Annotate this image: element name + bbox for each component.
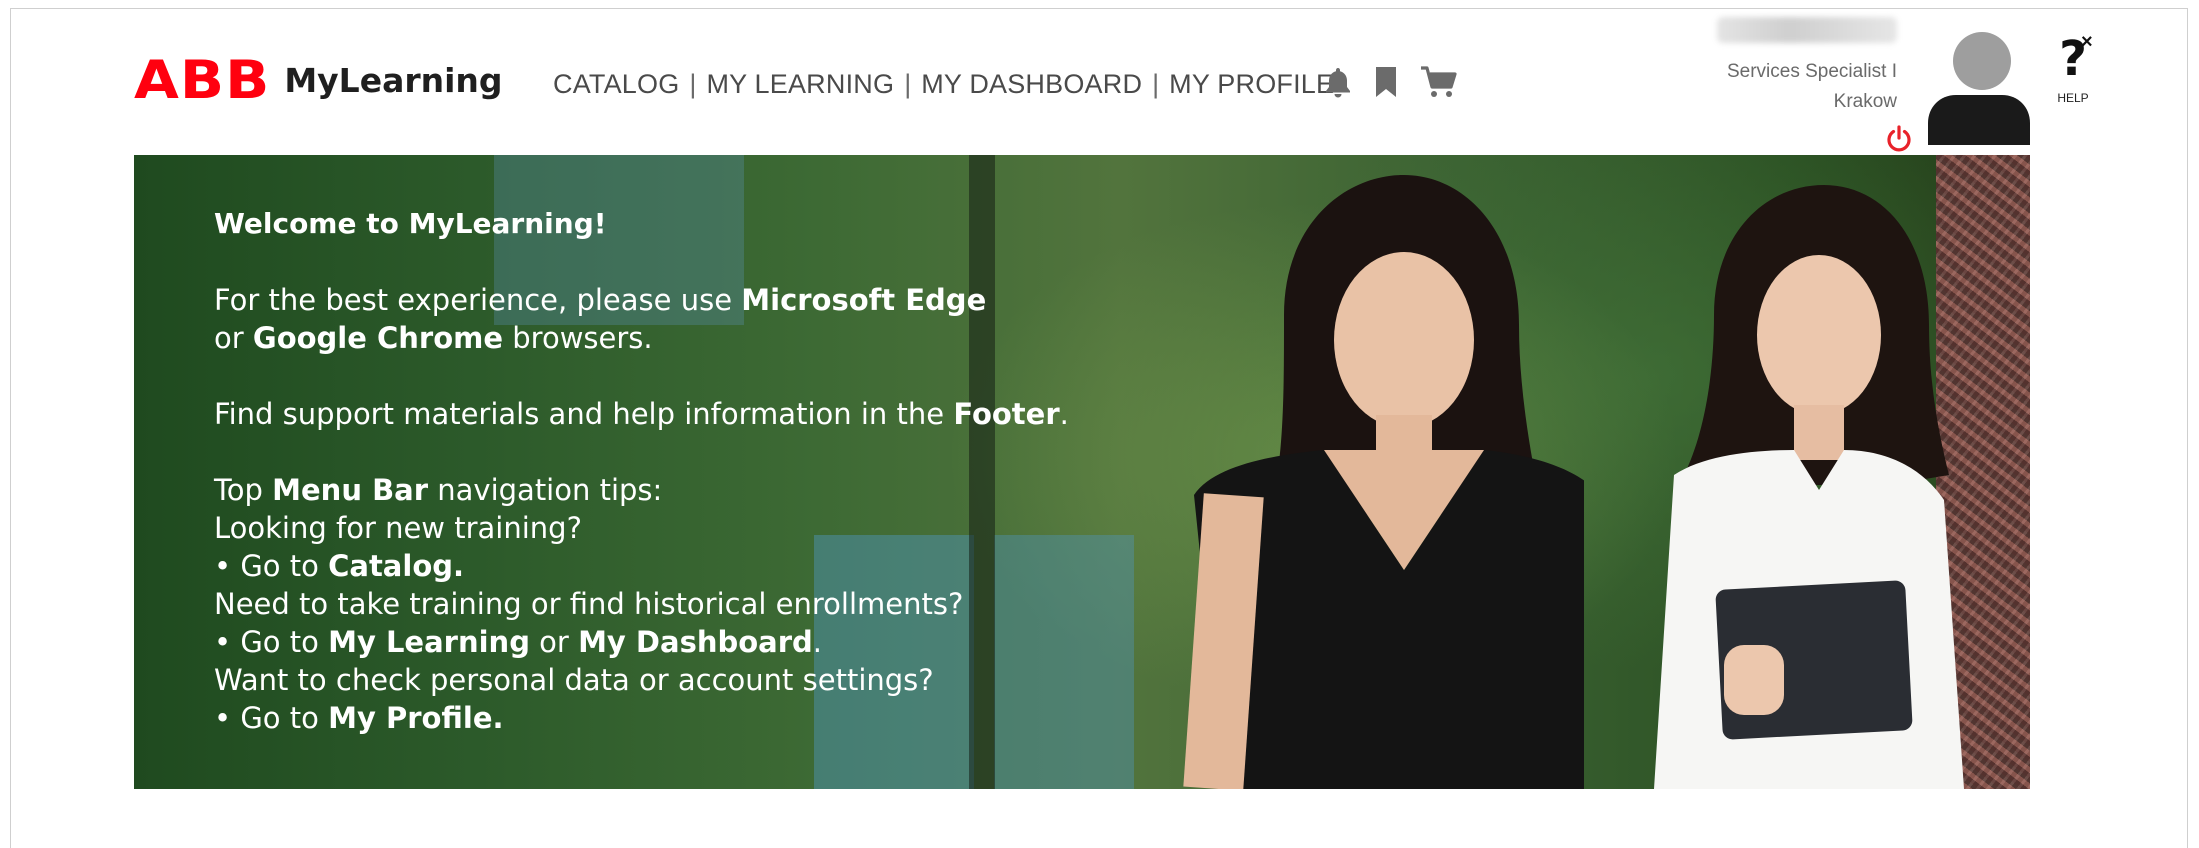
nav-my-learning[interactable]: MY LEARNING (706, 69, 894, 100)
user-role: Services Specialist I (1726, 61, 1897, 82)
header-icons (1324, 65, 1458, 99)
banner-welcome: Welcome to MyLearning! (214, 207, 607, 240)
bookmark-icon[interactable] (1374, 66, 1398, 98)
help-icon: ? (2059, 31, 2087, 87)
banner-browser-line-1: For the best experience, please use Micr… (214, 283, 987, 317)
banner-question-3: Want to check personal data or account s… (214, 663, 934, 697)
top-menu-bar: CATALOG | MY LEARNING | MY DASHBOARD | M… (553, 69, 1334, 100)
banner-answer-3: • Go to My Profile. (214, 701, 504, 735)
abb-mylearning-logo[interactable]: ABB MyLearning (134, 51, 503, 109)
abb-logo: ABB (134, 49, 271, 111)
help-button[interactable]: ? × HELP (2043, 31, 2103, 105)
logout-power-icon[interactable] (1885, 125, 1913, 158)
bell-icon[interactable] (1324, 66, 1352, 98)
page-frame: ABB MyLearning CATALOG | MY LEARNING | M… (10, 8, 2188, 848)
nav-catalog[interactable]: CATALOG (553, 69, 679, 100)
nav-separator: | (1152, 69, 1160, 99)
close-icon[interactable]: × (2081, 31, 2093, 54)
cart-icon[interactable] (1420, 65, 1458, 99)
avatar[interactable] (1926, 29, 2032, 145)
banner-tips-heading: Top Menu Bar navigation tips: (214, 473, 663, 507)
nav-my-profile[interactable]: MY PROFILE (1169, 69, 1334, 100)
nav-my-dashboard[interactable]: MY DASHBOARD (921, 69, 1142, 100)
user-location: Krakow (1833, 91, 1897, 112)
banner-support-line: Find support materials and help informat… (214, 397, 1069, 431)
banner-text: Welcome to MyLearning! For the best expe… (214, 205, 1264, 737)
banner-browser-line-2: or Google Chrome browsers. (214, 321, 653, 355)
person-right-image (1604, 175, 1964, 789)
user-name-redacted (1717, 17, 1897, 43)
user-info[interactable]: Services Specialist I Krakow (1717, 17, 1897, 117)
help-label: HELP (2057, 91, 2089, 105)
product-name: MyLearning (284, 60, 503, 100)
nav-separator: | (689, 69, 697, 99)
nav-separator: | (904, 69, 912, 99)
banner-answer-2: • Go to My Learning or My Dashboard. (214, 625, 823, 659)
banner-answer-1: • Go to Catalog. (214, 549, 465, 583)
welcome-banner: Welcome to MyLearning! For the best expe… (134, 155, 2030, 789)
banner-question-2: Need to take training or find historical… (214, 587, 964, 621)
banner-question-1: Looking for new training? (214, 511, 582, 545)
